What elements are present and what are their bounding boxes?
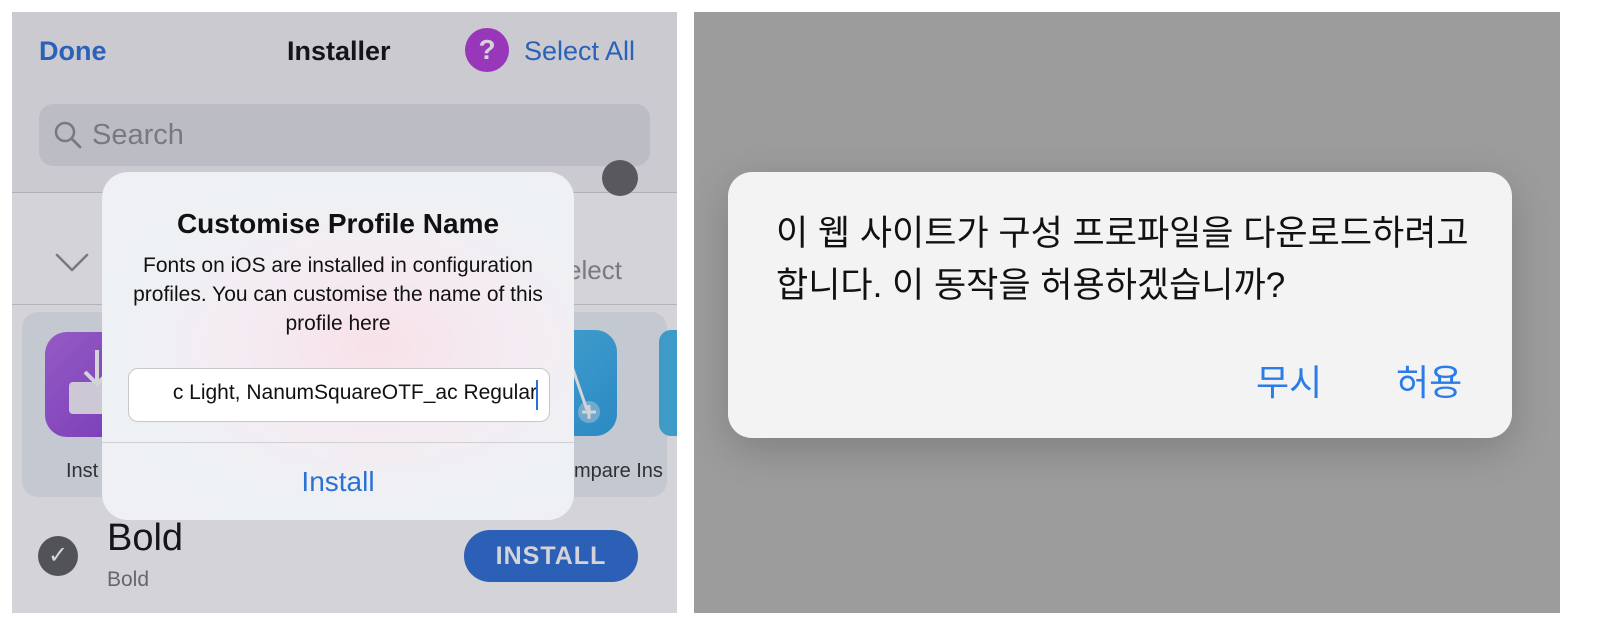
question-mark-icon: ? — [478, 34, 496, 65]
navigation-bar: Done Installer ? Select All — [12, 12, 677, 92]
allow-button[interactable]: 허용 — [1396, 354, 1462, 406]
checkmark-icon[interactable]: ✓ — [38, 536, 78, 576]
ignore-button[interactable]: 무시 — [1256, 354, 1322, 406]
dialog-message: Fonts on iOS are installed in configurat… — [133, 254, 543, 335]
dialog-title: Customise Profile Name — [176, 208, 500, 239]
profile-name-input[interactable]: c Light, NanumSquareOTF_ac Regular — [128, 368, 550, 422]
install-app-label: Inst — [66, 460, 99, 482]
nav-title: Installer — [287, 36, 391, 66]
search-icon — [54, 121, 82, 149]
font-name: Bold — [107, 517, 184, 559]
toggle-knob[interactable] — [602, 160, 638, 196]
profile-download-alert: 이 웹 사이트가 구성 프로파일을 다운로드하려고 합니다. 이 동작을 허용하… — [728, 172, 1512, 438]
install-font-button[interactable]: INSTALL — [464, 530, 638, 582]
next-app-tile[interactable] — [659, 330, 677, 436]
installer-screen: Done Installer ? Select All Search elect — [12, 12, 677, 613]
profile-name-value: c Light, NanumSquareOTF_ac Regular — [172, 381, 537, 404]
dialog-install-button[interactable]: Install — [102, 466, 574, 498]
search-placeholder: Search — [92, 119, 184, 151]
done-button[interactable]: Done — [39, 36, 107, 67]
compare-install-label: mpare Ins — [574, 460, 663, 482]
font-style: Bold — [107, 568, 150, 591]
select-button[interactable]: elect — [567, 255, 622, 286]
chevron-down-icon[interactable] — [54, 250, 90, 274]
profile-download-screen: 이 웹 사이트가 구성 프로파일을 다운로드하려고 합니다. 이 동작을 허용하… — [694, 12, 1560, 613]
search-input[interactable]: Search — [39, 104, 650, 166]
select-all-button[interactable]: Select All — [524, 36, 635, 67]
customise-profile-dialog: Customise Profile Name Fonts on iOS are … — [102, 172, 574, 520]
help-button[interactable]: ? — [465, 28, 509, 72]
dialog-divider — [102, 442, 574, 443]
text-cursor — [536, 380, 538, 410]
alert-message: 이 웹 사이트가 구성 프로파일을 다운로드하려고 합니다. 이 동작을 허용하… — [776, 214, 1469, 305]
